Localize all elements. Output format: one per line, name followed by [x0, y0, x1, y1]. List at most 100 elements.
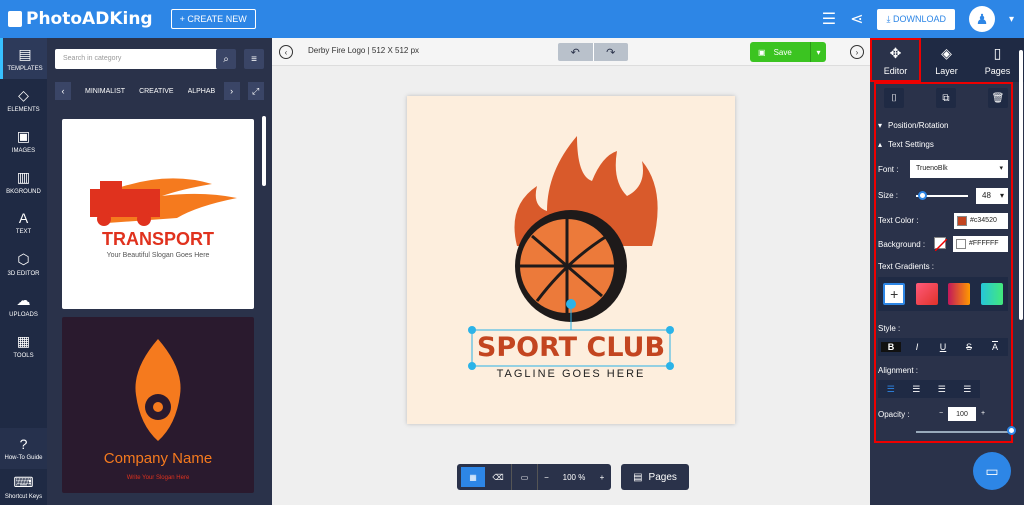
template-card[interactable]: Company Name Write Your Slogan Here: [62, 317, 254, 493]
zoom-in-icon[interactable]: +: [593, 464, 611, 490]
pages-button[interactable]: ▤ Pages: [621, 464, 689, 490]
nav-tools[interactable]: ▦ TOOLS: [0, 325, 47, 366]
plus-icon[interactable]: +: [976, 407, 990, 421]
panel-scrollbar[interactable]: [262, 116, 266, 186]
bold-button[interactable]: B: [881, 342, 901, 352]
opacity-stepper[interactable]: −100 +: [934, 407, 990, 421]
paint-roller-icon[interactable]: ⌷: [884, 88, 904, 108]
tab-editor[interactable]: ✥ Editor: [870, 38, 921, 82]
page-icon: ▯: [993, 44, 1002, 61]
artboard[interactable]: SPORT CLUB TAGLINE GOES HERE: [407, 96, 735, 424]
zoom-out-icon[interactable]: −: [537, 464, 555, 490]
nav-uploads[interactable]: ☁ UPLOADS: [0, 284, 47, 325]
trash-icon[interactable]: 🗑: [988, 88, 1008, 108]
tab-layer[interactable]: ◈ Layer: [921, 38, 972, 82]
size-value: 48: [982, 191, 991, 200]
redo-icon[interactable]: ↷: [594, 43, 629, 61]
nav-label: TOOLS: [13, 352, 34, 359]
strikethrough-button[interactable]: S: [959, 342, 979, 352]
nav-how-to-guide[interactable]: ? How-To Guide: [0, 428, 47, 469]
color-swatch: [957, 216, 967, 226]
message-icon[interactable]: ☰: [822, 9, 836, 29]
search-icon[interactable]: ⌕: [216, 49, 236, 69]
collapse-right-icon[interactable]: ›: [850, 45, 864, 59]
text-color-field[interactable]: #c34520: [954, 213, 1008, 229]
minus-icon[interactable]: −: [934, 407, 948, 421]
grid-icon[interactable]: ▦: [461, 467, 485, 487]
align-justify-icon[interactable]: ☰: [963, 384, 971, 395]
section-position-rotation[interactable]: ▾ Position/Rotation: [878, 117, 949, 133]
collapse-left-icon[interactable]: ‹: [279, 45, 293, 59]
align-center-icon[interactable]: ☰: [912, 384, 920, 395]
section-text-settings[interactable]: ▴ Text Settings: [878, 136, 934, 152]
background-icon: ▥: [16, 168, 31, 185]
align-right-icon[interactable]: ☰: [938, 384, 946, 395]
italic-button[interactable]: I: [907, 342, 927, 352]
file-name[interactable]: Derby Fire Logo | 512 X 512 px: [308, 46, 419, 55]
underline-button[interactable]: U: [933, 342, 953, 352]
style-buttons: B I U S A: [878, 338, 1008, 356]
save-button[interactable]: ▣ Save ▾: [750, 42, 826, 62]
menu-icon[interactable]: ≡: [244, 49, 264, 69]
align-left-icon[interactable]: ☰: [887, 384, 895, 395]
avatar[interactable]: ♟: [968, 6, 995, 32]
canvas-area: ‹ Derby Fire Logo | 512 X 512 px ↶ ↷ ▣ Sav…: [272, 38, 870, 505]
share-icon[interactable]: ⋖: [850, 9, 863, 29]
opacity-slider-track[interactable]: [916, 431, 1012, 433]
editor-panel: ✥ Editor ◈ Layer ▯ Pages ⌷ ⧉ 🗑 ▾ Position/Ro…: [870, 38, 1024, 505]
image-icon: ▣: [16, 127, 31, 144]
nav-elements[interactable]: ◇ ELEMENTS: [0, 79, 47, 120]
opacity-slider-handle[interactable]: [1007, 426, 1016, 435]
search-input[interactable]: Search in category: [55, 49, 218, 69]
save-label: Save: [773, 47, 792, 57]
nav-background[interactable]: ▥ BKGROUND: [0, 161, 47, 202]
nav-label: IMAGES: [11, 147, 36, 154]
chevron-left-icon[interactable]: ‹: [55, 82, 71, 100]
nav-text[interactable]: A TEXT: [0, 202, 47, 243]
download-button[interactable]: ⤓ DOWNLOAD: [877, 8, 955, 30]
font-select[interactable]: TruenoBlk ▾: [910, 160, 1008, 178]
layers-icon: ◈: [941, 44, 952, 61]
caret-down-icon: ▾: [878, 120, 883, 130]
chevron-down-icon[interactable]: ▾: [1009, 14, 1014, 25]
nav-images[interactable]: ▣ IMAGES: [0, 120, 47, 161]
category-creative[interactable]: CREATIVE: [139, 88, 174, 95]
nav-3d-editor[interactable]: ⬡ 3D EDITOR: [0, 243, 47, 284]
app-logo[interactable]: PhotoADKing: [8, 9, 153, 29]
gradient-options: +: [878, 277, 1008, 311]
gradient-swatch[interactable]: [948, 283, 971, 305]
nav-templates[interactable]: ▤ TEMPLATES: [0, 38, 47, 79]
expand-icon[interactable]: ⤢: [247, 82, 264, 100]
no-background-icon[interactable]: [934, 237, 948, 252]
font-label: Font :: [878, 165, 899, 174]
category-alphabet[interactable]: ALPHAB: [188, 88, 218, 95]
eraser-icon[interactable]: ⌫: [485, 464, 511, 490]
editor-scrollbar[interactable]: [1019, 50, 1023, 320]
logo-title-text[interactable]: SPORT CLUB: [472, 332, 670, 363]
tab-pages[interactable]: ▯ Pages: [972, 38, 1023, 82]
chat-icon[interactable]: ▭: [973, 452, 1011, 490]
size-label: Size :: [878, 191, 899, 200]
size-slider-handle[interactable]: [918, 191, 927, 200]
category-minimalist[interactable]: MINIMALIST: [85, 88, 125, 95]
save-dropdown-icon[interactable]: ▾: [810, 42, 826, 62]
gradient-swatch[interactable]: [915, 283, 938, 305]
panel-tabs: ✥ Editor ◈ Layer ▯ Pages: [870, 38, 1024, 82]
text-icon: A: [18, 210, 29, 226]
template-card[interactable]: TRANSPORT Your Beautiful Slogan Goes Her…: [62, 119, 254, 309]
create-new-button[interactable]: + CREATE NEW: [170, 9, 256, 29]
elements-icon: ◇: [18, 86, 29, 103]
nav-shortcut-keys[interactable]: ⌨ Shortcut Keys: [0, 469, 47, 505]
gradient-swatch[interactable]: [980, 283, 1003, 305]
background-color-field[interactable]: #FFFFFF: [953, 236, 1008, 252]
presentation-icon[interactable]: ▭: [511, 464, 537, 490]
3d-icon: ⬡: [17, 250, 30, 267]
add-gradient-button[interactable]: +: [883, 283, 906, 305]
duplicate-icon[interactable]: ⧉: [936, 88, 956, 108]
size-select[interactable]: 48 ▾: [976, 188, 1008, 204]
logo-tagline-text[interactable]: TAGLINE GOES HERE: [472, 368, 670, 380]
chevron-right-icon[interactable]: ›: [223, 82, 240, 100]
overline-button[interactable]: A: [985, 342, 1005, 352]
background-color-value: #FFFFFF: [969, 240, 999, 247]
undo-icon[interactable]: ↶: [558, 43, 594, 61]
